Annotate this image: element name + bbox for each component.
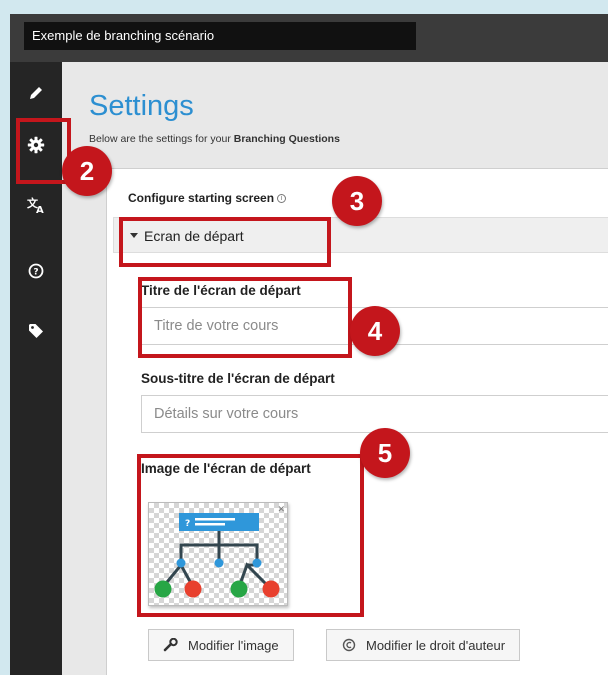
svg-text:A: A (36, 205, 44, 214)
edit-copyright-button[interactable]: Modifier le droit d'auteur (326, 629, 521, 661)
annotation-badge-5: 5 (360, 428, 410, 478)
pencil-icon[interactable] (23, 80, 49, 106)
subtitle-bold: Branching Questions (233, 133, 340, 145)
subtitle-field-label: Sous-titre de l'écran de départ (141, 371, 335, 386)
highlight-group-toggle (119, 217, 331, 267)
configure-label-text: Configure starting screen (128, 191, 275, 205)
subtitle-prefix: Below are the settings for your (89, 133, 234, 145)
tag-icon[interactable] (23, 318, 49, 344)
svg-text:?: ? (33, 268, 38, 278)
page-subtitle: Below are the settings for your Branchin… (89, 133, 340, 145)
annotation-badge-2: 2 (62, 146, 112, 196)
annotation-badge-4: 4 (350, 306, 400, 356)
highlight-title-field (138, 277, 352, 358)
configure-starting-screen-label: Configure starting screen i (128, 191, 287, 205)
page-title: Settings (89, 90, 194, 122)
copyright-icon (342, 638, 356, 652)
annotation-badge-3: 3 (332, 176, 382, 226)
translate-icon[interactable]: 文 A (23, 192, 49, 218)
wrench-icon (163, 638, 178, 652)
edit-copyright-label: Modifier le droit d'auteur (366, 637, 506, 653)
window-title: Exemple de branching scénario (24, 22, 416, 50)
info-icon[interactable]: i (277, 194, 287, 203)
help-icon[interactable]: ? (23, 258, 49, 284)
edit-image-label: Modifier l'image (188, 637, 279, 653)
highlight-image-field (137, 454, 364, 617)
edit-image-button[interactable]: Modifier l'image (148, 629, 294, 661)
subtitle-input[interactable] (141, 395, 608, 433)
